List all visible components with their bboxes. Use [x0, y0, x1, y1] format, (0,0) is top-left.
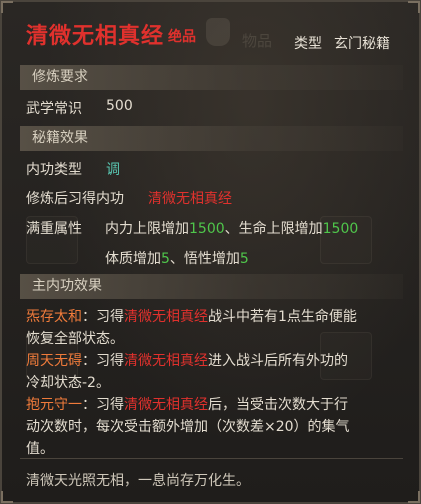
neigong-type-value: 调 [106, 162, 120, 178]
frame-corner [1, 1, 13, 13]
main-effect-3: 抱元守一：习得清微无相真经后，当受击次数大于行 动次数时，每次受击额外增加（次数… [26, 397, 350, 457]
section-requirements: 修炼要求 [20, 65, 403, 90]
requirement-label: 武学常识 [26, 101, 82, 117]
item-tooltip: 物品 清微无相真经 绝品 类型 玄门秘籍 修炼要求 武学常识 500 秘籍效果 … [0, 0, 421, 504]
frame-corner [408, 491, 420, 503]
learn-label: 修炼后习得内功 [26, 191, 124, 207]
neigong-type-label: 内功类型 [26, 162, 82, 178]
full-attr-line-1: 内力上限增加1500、生命上限增加1500 [105, 221, 359, 237]
flavor-text: 清微天光照无相，一息尚存万化生。 [26, 473, 250, 489]
requirement-value: 500 [106, 98, 133, 114]
section-effects: 秘籍效果 [20, 126, 403, 151]
section-main-effects: 主内功效果 [20, 274, 403, 299]
full-attr-label: 满重属性 [26, 221, 82, 237]
frame-corner [1, 491, 13, 503]
background-tab-label: 物品 [242, 32, 273, 50]
item-title: 清微无相真经 [26, 24, 165, 49]
item-grade: 绝品 [168, 29, 196, 45]
bag-icon [206, 18, 230, 46]
item-type-value: 玄门秘籍 [334, 36, 390, 52]
divider [20, 458, 403, 459]
frame-corner [408, 1, 420, 13]
main-effect-2: 周天无碍：习得清微无相真经进入战斗后所有外功的 冷却状态-2。 [26, 353, 348, 391]
main-effect-1: 炁存太和：习得清微无相真经战斗中若有1点生命便能 恢复全部状态。 [26, 309, 357, 347]
item-type-label: 类型 [294, 36, 322, 52]
full-attr-line-2: 体质增加5、悟性增加5 [105, 251, 249, 267]
learn-value: 清微无相真经 [148, 191, 232, 207]
